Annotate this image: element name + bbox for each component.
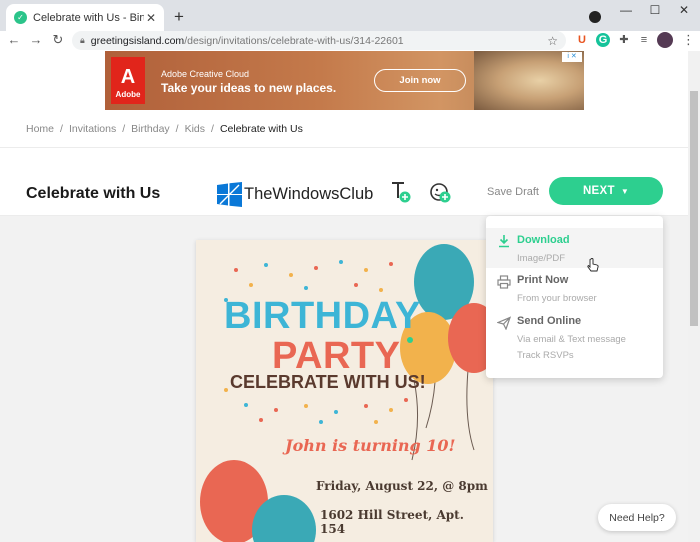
browser-toolbar: ← → ↻ 🔒︎ greetingsisland.com/design/invi…	[0, 31, 700, 51]
url-host: greetingsisland.com	[90, 34, 185, 47]
ublock-extension-icon[interactable]: U	[575, 33, 589, 47]
scrollbar-thumb[interactable]	[690, 91, 698, 326]
windows-logo-icon	[217, 182, 242, 207]
page-title: Celebrate with Us	[26, 185, 161, 202]
url-path: /design/invitations/celebrate-with-us/31…	[184, 34, 404, 47]
ad-tagline: Take your ideas to new places.	[161, 81, 337, 95]
reading-list-icon[interactable]: ≡	[637, 33, 651, 47]
forward-button[interactable]: →	[28, 32, 44, 47]
card-line-address: 1602 Hill Street, Apt. 154	[320, 508, 464, 536]
grammarly-extension-icon[interactable]: G	[596, 33, 610, 47]
card-line-celebrate: CELEBRATE WITH US!	[230, 372, 426, 392]
chevron-down-icon: ▼	[620, 186, 630, 196]
ad-join-button[interactable]: Join now	[374, 69, 466, 92]
tab-close-icon[interactable]: ✕	[144, 11, 158, 25]
card-line-birthday: BIRTHDAY	[224, 295, 421, 337]
adchoices-icon[interactable]: i ✕	[562, 52, 582, 62]
lock-icon: 🔒︎	[80, 35, 85, 45]
breadcrumb-home[interactable]: Home	[26, 123, 54, 135]
browser-menu-icon[interactable]: ⋮	[682, 32, 695, 48]
back-button[interactable]: ←	[6, 32, 22, 47]
card-line-name: John is turning 10!	[285, 436, 456, 455]
invitation-card[interactable]: BIRTHDAY PARTY CELEBRATE WITH US! John i…	[196, 240, 493, 542]
add-text-icon[interactable]	[390, 180, 412, 204]
breadcrumb: Home / Invitations / Birthday / Kids / C…	[26, 123, 303, 135]
save-draft-button[interactable]: Save Draft	[487, 186, 539, 198]
browser-tabstrip: ✓ Celebrate with Us - Birthday Invi ✕ + …	[0, 0, 700, 31]
printer-icon	[497, 275, 511, 289]
add-sticker-icon[interactable]	[428, 180, 452, 204]
menu-item-download[interactable]: Download Image/PDF	[486, 228, 663, 268]
tab-title: Celebrate with Us - Birthday Invi	[33, 11, 144, 24]
menu-item-send-online[interactable]: Send Online Via email & Text message Tra…	[486, 315, 663, 371]
new-tab-button[interactable]: +	[170, 7, 188, 27]
minimize-button[interactable]: —	[616, 3, 636, 17]
breadcrumb-birthday[interactable]: Birthday	[131, 123, 170, 135]
adobe-logo-icon: A Adobe	[111, 57, 145, 104]
hand-cursor-icon	[587, 258, 599, 272]
next-button[interactable]: NEXT ▼	[549, 177, 663, 205]
close-window-button[interactable]: ✕	[674, 3, 694, 17]
menu-item-print-now[interactable]: Print Now From your browser	[486, 274, 663, 314]
divider	[0, 147, 688, 148]
address-bar[interactable]: 🔒︎ greetingsisland.com/design/invitation…	[72, 31, 566, 50]
site-favicon-icon: ✓	[14, 11, 27, 24]
download-icon	[499, 235, 509, 248]
maximize-button[interactable]: ☐	[645, 3, 665, 17]
need-help-button[interactable]: Need Help?	[598, 504, 676, 531]
send-icon	[497, 316, 511, 330]
browser-tab[interactable]: ✓ Celebrate with Us - Birthday Invi ✕	[6, 4, 164, 31]
breadcrumb-current: Celebrate with Us	[219, 123, 303, 135]
breadcrumb-kids[interactable]: Kids	[185, 123, 205, 135]
watermark-text: TheWindowsClub	[244, 185, 374, 203]
bookmark-star-icon[interactable]: ☆	[547, 34, 558, 48]
page-scrollbar[interactable]	[688, 51, 700, 542]
card-line-date: Friday, August 22, @ 8pm	[316, 479, 488, 493]
ad-banner[interactable]: A Adobe Adobe Creative Cloud Take your i…	[105, 51, 584, 110]
extensions-puzzle-icon[interactable]: ✚	[617, 33, 631, 47]
next-dropdown-menu: Download Image/PDF Print Now From your b…	[486, 216, 663, 378]
ad-title: Adobe Creative Cloud	[161, 69, 250, 79]
tab-search-icon[interactable]	[589, 11, 601, 23]
breadcrumb-invitations[interactable]: Invitations	[69, 123, 116, 135]
profile-avatar[interactable]	[657, 32, 673, 48]
reload-button[interactable]: ↻	[50, 32, 66, 48]
